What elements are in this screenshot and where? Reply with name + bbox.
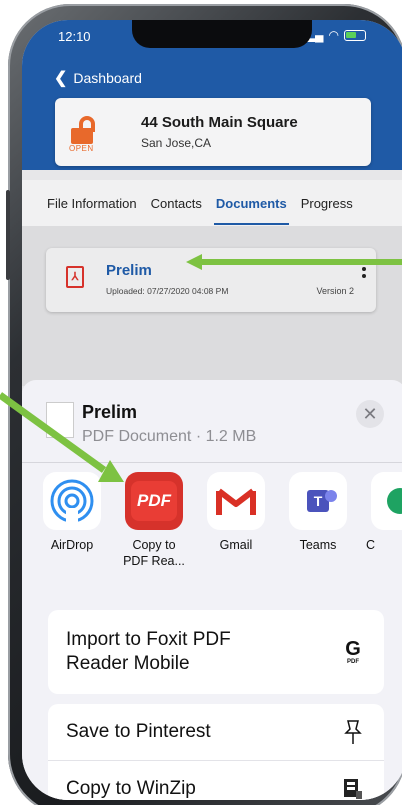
share-title: Prelim xyxy=(82,402,138,422)
close-button[interactable]: ✕ xyxy=(356,400,384,428)
more-vertical-icon[interactable] xyxy=(360,260,368,278)
wifi-icon: ◠ xyxy=(328,28,339,42)
copy-winzip-action[interactable]: Copy to WinZip xyxy=(48,760,384,800)
battery-icon xyxy=(344,29,366,41)
tab-bar: File Information Contacts Documents Prog… xyxy=(22,180,402,226)
action-group: Save to Pinterest Copy to WinZip xyxy=(48,704,384,800)
share-app-gmail[interactable]: Gmail xyxy=(198,472,274,554)
property-title: 44 South Main Square xyxy=(141,114,298,131)
foxit-icon: G PDF xyxy=(345,638,361,665)
share-actions: Import to Foxit PDF Reader Mobile G PDF S… xyxy=(48,610,384,800)
action-group: Import to Foxit PDF Reader Mobile G PDF xyxy=(48,610,384,694)
status-time: 12:10 xyxy=(58,29,91,44)
save-pinterest-label: Save to Pinterest xyxy=(66,721,211,743)
save-pinterest-action[interactable]: Save to Pinterest xyxy=(48,704,384,760)
divider xyxy=(22,462,402,463)
app-label-pdf-reader: Copy to PDF Rea... xyxy=(123,538,185,568)
app-label-teams: Teams xyxy=(299,538,337,552)
status-icons: ▂▄ ◠ xyxy=(306,28,366,42)
tab-progress[interactable]: Progress xyxy=(301,196,353,211)
import-foxit-action[interactable]: Import to Foxit PDF Reader Mobile G PDF xyxy=(48,610,384,694)
volume-button xyxy=(6,190,10,280)
tab-contacts[interactable]: Contacts xyxy=(151,196,202,211)
tab-file-information[interactable]: File Information xyxy=(47,196,137,211)
notch xyxy=(132,20,312,48)
document-card[interactable]: ⅄ Prelim Uploaded: 07/27/2020 04:08 PM V… xyxy=(46,248,376,312)
share-app-pdf-reader[interactable]: PDF Copy to PDF Rea... xyxy=(116,472,192,569)
gmail-icon xyxy=(207,472,265,530)
share-sheet: Prelim PDF Document · 1.2 MB ✕ AirDrop P xyxy=(22,380,402,800)
share-apps-row: AirDrop PDF Copy to PDF Rea... Gmail T T… xyxy=(36,472,402,582)
teams-icon: T xyxy=(289,472,347,530)
pdf-reader-icon: PDF xyxy=(125,472,183,530)
back-label: Dashboard xyxy=(73,70,142,86)
app-label-airdrop: AirDrop xyxy=(50,538,94,552)
property-location: San Jose,CA xyxy=(141,136,212,150)
open-lock-icon: OPEN xyxy=(69,114,101,154)
documents-list: ⅄ Prelim Uploaded: 07/27/2020 04:08 PM V… xyxy=(22,226,402,386)
property-card: OPEN 44 South Main Square San Jose,CA xyxy=(55,98,371,166)
open-tag: OPEN xyxy=(69,144,94,153)
airdrop-icon xyxy=(43,472,101,530)
tab-documents[interactable]: Documents xyxy=(213,196,289,225)
document-name[interactable]: Prelim xyxy=(106,262,152,279)
pin-icon xyxy=(340,719,366,745)
document-uploaded: Uploaded: 07/27/2020 04:08 PM xyxy=(106,286,229,296)
copy-winzip-label: Copy to WinZip xyxy=(66,777,196,799)
document-thumbnail xyxy=(46,402,74,438)
share-subtitle: PDF Document · 1.2 MB xyxy=(82,428,257,445)
winzip-icon xyxy=(340,776,366,801)
share-app-airdrop[interactable]: AirDrop xyxy=(34,472,110,554)
chrome-icon xyxy=(371,472,402,530)
document-version: Version 2 xyxy=(316,286,354,296)
phone-screen: 12:10 ▂▄ ◠ ❮ Dashboard OPEN 44 South Mai… xyxy=(22,20,402,800)
pdf-file-icon: ⅄ xyxy=(66,266,84,288)
chevron-left-icon: ❮ xyxy=(54,70,68,87)
back-button[interactable]: ❮ Dashboard xyxy=(54,68,142,88)
share-app-teams[interactable]: T Teams xyxy=(280,472,356,554)
app-label-more: C xyxy=(366,538,376,552)
share-app-more[interactable]: C xyxy=(362,472,402,554)
app-label-gmail: Gmail xyxy=(219,538,253,552)
import-foxit-label: Import to Foxit PDF Reader Mobile xyxy=(66,629,231,674)
